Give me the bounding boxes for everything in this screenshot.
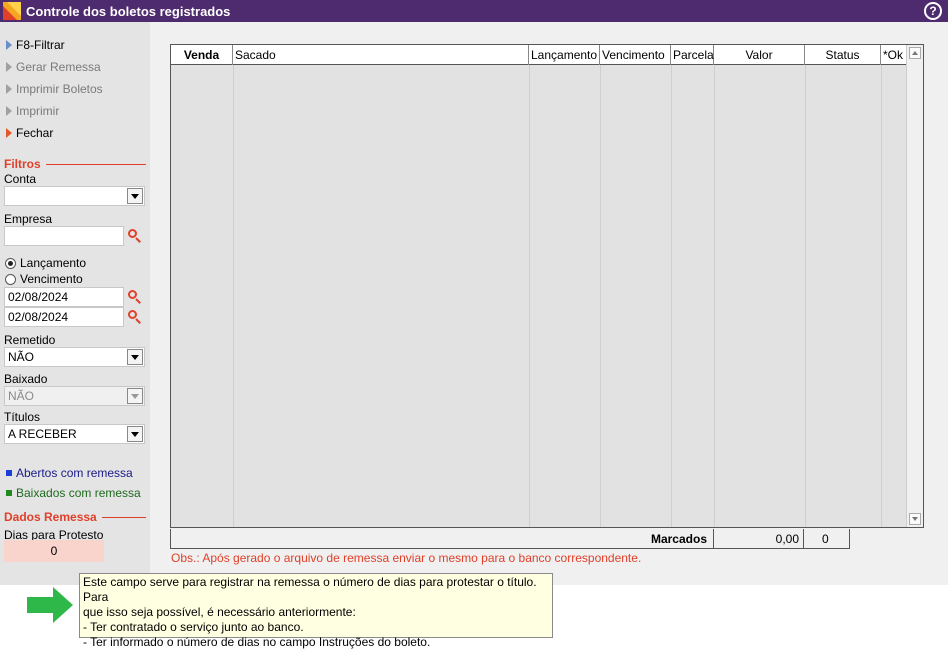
vertical-scrollbar[interactable]: [906, 45, 923, 527]
remitted-select[interactable]: NÃO: [4, 347, 145, 367]
column-divider: [671, 65, 672, 527]
marked-label: Marcados: [170, 529, 714, 549]
filter-button[interactable]: F8-Filtrar: [6, 38, 65, 52]
print-slips-button[interactable]: Imprimir Boletos: [6, 82, 103, 96]
grid-header: Venda Sacado Lançamento Vencimento Parce…: [171, 45, 907, 65]
tooltip-line: que isso seja possível, é necessário ant…: [83, 605, 356, 619]
marked-value: 0,00: [714, 529, 804, 549]
legend-open-with-remittance: Abertos com remessa: [6, 466, 133, 480]
window-title: Controle dos boletos registrados: [26, 3, 231, 19]
column-divider: [714, 65, 715, 527]
title-bar: Controle dos boletos registrados ?: [0, 0, 948, 22]
help-icon[interactable]: ?: [924, 2, 942, 20]
triangle-icon: [6, 62, 12, 72]
chevron-down-icon[interactable]: [127, 188, 143, 204]
boletos-grid[interactable]: Venda Sacado Lançamento Vencimento Parce…: [170, 44, 924, 528]
green-square-icon: [6, 490, 12, 496]
radio-dot: [5, 257, 16, 269]
filter-button-label: F8-Filtrar: [16, 38, 65, 52]
chevron-down-icon[interactable]: [127, 349, 143, 365]
generate-remittance-label: Gerar Remessa: [16, 60, 101, 74]
triangle-icon: [6, 84, 12, 94]
settled-select: NÃO: [4, 386, 145, 406]
print-button[interactable]: Imprimir: [6, 104, 59, 118]
remittance-section-title: Dados Remessa: [4, 510, 146, 524]
tooltip-line: - Ter informado o número de dias no camp…: [83, 635, 431, 649]
column-divider: [600, 65, 601, 527]
col-ok[interactable]: *Ok: [881, 45, 907, 65]
column-divider: [529, 65, 530, 527]
observation-note: Obs.: Após gerado o arquivo de remessa e…: [171, 551, 642, 565]
remitted-label: Remetido: [4, 333, 56, 347]
col-lancamento[interactable]: Lançamento: [529, 45, 600, 65]
account-label: Conta: [4, 172, 37, 186]
radio-vencimento[interactable]: Vencimento: [5, 272, 83, 286]
settled-label: Baixado: [4, 372, 48, 386]
scroll-down-icon[interactable]: [909, 513, 921, 525]
triangle-icon: [6, 106, 12, 116]
column-divider: [881, 65, 882, 527]
generate-remittance-button[interactable]: Gerar Remessa: [6, 60, 101, 74]
account-select[interactable]: [4, 186, 145, 206]
print-slips-label: Imprimir Boletos: [16, 82, 103, 96]
scroll-up-icon[interactable]: [909, 47, 921, 59]
chevron-down-icon[interactable]: [127, 426, 143, 442]
titles-label: Títulos: [4, 410, 41, 424]
col-venda[interactable]: Venda: [171, 45, 233, 65]
tooltip-line: Este campo serve para registrar na remes…: [83, 575, 537, 604]
marked-count: 0: [804, 529, 850, 549]
legend-settled-with-remittance: Baixados com remessa: [6, 486, 141, 500]
close-label: Fechar: [16, 126, 54, 140]
app-icon: [3, 2, 21, 20]
filters-section-title: Filtros: [4, 157, 146, 171]
company-input[interactable]: [4, 226, 124, 246]
triangle-icon: [6, 128, 12, 138]
blue-square-icon: [6, 470, 12, 476]
col-vencimento[interactable]: Vencimento: [600, 45, 671, 65]
protest-days-tooltip: Este campo serve para registrar na remes…: [79, 573, 553, 649]
search-icon[interactable]: [128, 310, 142, 324]
chevron-down-icon: [127, 388, 143, 404]
column-divider: [805, 65, 806, 527]
close-button[interactable]: Fechar: [6, 126, 53, 140]
triangle-icon: [6, 40, 12, 50]
col-valor[interactable]: Valor: [714, 45, 805, 65]
col-status[interactable]: Status: [805, 45, 881, 65]
print-label: Imprimir: [16, 104, 60, 118]
radio-dot: [5, 273, 16, 285]
col-sacado[interactable]: Sacado: [233, 45, 529, 65]
tooltip-line: - Ter contratado o serviço junto ao banc…: [83, 620, 304, 634]
radio-lancamento[interactable]: Lançamento: [5, 256, 86, 270]
col-parcela[interactable]: Parcela: [671, 45, 714, 65]
search-icon[interactable]: [128, 229, 142, 243]
protest-days-input[interactable]: 0: [4, 540, 104, 562]
column-divider: [233, 65, 234, 527]
date-to-input[interactable]: 02/08/2024: [4, 307, 124, 327]
green-arrow-icon: [27, 587, 73, 623]
date-from-input[interactable]: 02/08/2024: [4, 287, 124, 307]
search-icon[interactable]: [128, 290, 142, 304]
company-label: Empresa: [4, 212, 53, 226]
titles-select[interactable]: A RECEBER: [4, 424, 145, 444]
